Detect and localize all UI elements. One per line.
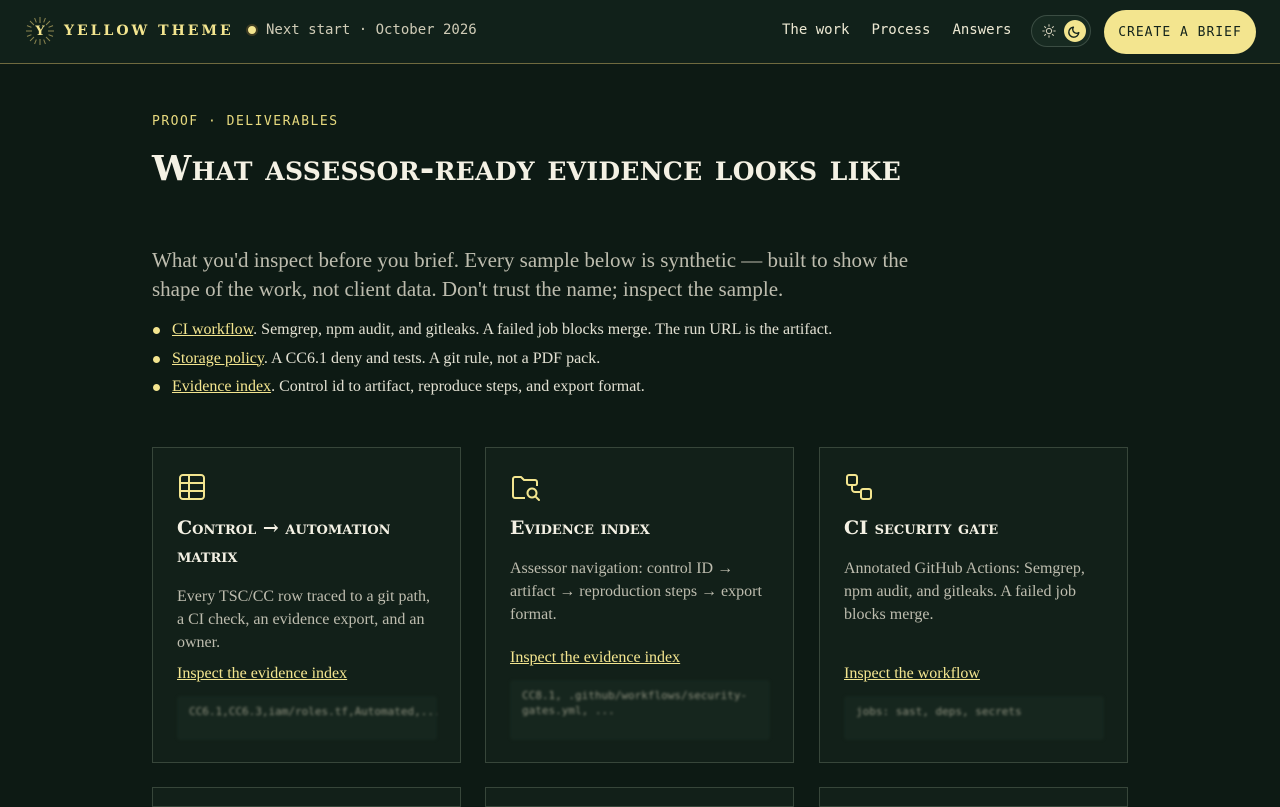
main-nav: The work Process Answers [782, 22, 1033, 38]
card-description: Every TSC/CC row traced to a git path, a… [177, 588, 430, 651]
list-item-text: . Control id to artifact, reproduce step… [271, 378, 645, 395]
card-evidence-index: Evidence index Assessor navigation: cont… [485, 447, 794, 763]
list-item: Storage policy. A CC6.1 deny and tests. … [152, 347, 832, 376]
card-control-automation-matrix: Control → automation matrix Every TSC/CC… [152, 447, 461, 763]
list-item-text: . Semgrep, npm audit, and gitleaks. A fa… [253, 321, 833, 338]
bullet-dot-icon [153, 327, 160, 334]
list-item: Evidence index. Control id to artifact, … [152, 375, 832, 404]
card-partial [485, 787, 794, 807]
create-brief-button[interactable]: CREATE A BRIEF [1104, 10, 1256, 54]
bullet-dot-icon [153, 384, 160, 391]
ci-workflow-link[interactable]: CI workflow [172, 321, 253, 338]
evidence-index-link[interactable]: Evidence index [172, 378, 271, 395]
card-title: Evidence index [510, 517, 650, 539]
card-partial [819, 787, 1128, 807]
inspect-workflow-link[interactable]: Inspect the workflow [844, 665, 980, 683]
section-eyebrow: PROOF · DELIVERABLES [152, 114, 339, 129]
next-start-status: Next start · October 2026 [248, 22, 477, 38]
card-title: Control → automation matrix [177, 517, 391, 567]
top-navigation-bar: Y YELLOW THEME Next start · October 2026… [0, 0, 1280, 64]
card-description: Assessor navigation: control ID → artifa… [510, 560, 762, 623]
brand-logo[interactable]: Y YELLOW THEME [26, 17, 234, 45]
nav-item-the-work[interactable]: The work [782, 22, 849, 38]
status-dot-icon [248, 26, 256, 34]
storage-policy-link[interactable]: Storage policy [172, 350, 264, 367]
code-sample-preview: CC8.1, .github/workflows/security-gates.… [510, 680, 770, 740]
page-title: What assessor-ready evidence looks like [152, 148, 902, 189]
bullet-dot-icon [153, 355, 160, 363]
list-item: CI workflow. Semgrep, npm audit, and git… [152, 318, 832, 347]
card-partial [152, 787, 461, 807]
code-sample-preview: CC6.1,CC6.3,iam/roles.tf,Automated,... [177, 696, 437, 740]
card-title: CI security gate [844, 517, 999, 539]
deliverables-list: CI workflow. Semgrep, npm audit, and git… [152, 318, 832, 404]
code-sample-preview: jobs: sast, deps, secrets [844, 696, 1104, 740]
nav-item-answers[interactable]: Answers [952, 22, 1011, 38]
brand-mark-letter: Y [35, 23, 45, 39]
moon-icon [1064, 20, 1086, 42]
page-lede: What you'd inspect before you brief. Eve… [152, 248, 909, 301]
theme-toggle[interactable] [1031, 15, 1091, 47]
inspect-evidence-index-link[interactable]: Inspect the evidence index [510, 649, 680, 667]
nav-item-process[interactable]: Process [871, 22, 930, 38]
card-ci-security-gate: CI security gate Annotated GitHub Action… [819, 447, 1128, 763]
brand-name: YELLOW THEME [64, 23, 234, 39]
workflow-icon [846, 474, 872, 500]
table-icon [179, 474, 205, 500]
folder-search-icon [512, 476, 540, 501]
list-item-text: . A CC6.1 deny and tests. A git rule, no… [263, 349, 601, 367]
next-start-text: Next start · October 2026 [266, 22, 477, 38]
sun-icon [1042, 24, 1056, 38]
card-description: Annotated GitHub Actions: Semgrep, npm a… [844, 560, 1085, 623]
sunburst-logo-icon: Y [26, 17, 54, 45]
inspect-evidence-index-link[interactable]: Inspect the evidence index [177, 665, 347, 683]
